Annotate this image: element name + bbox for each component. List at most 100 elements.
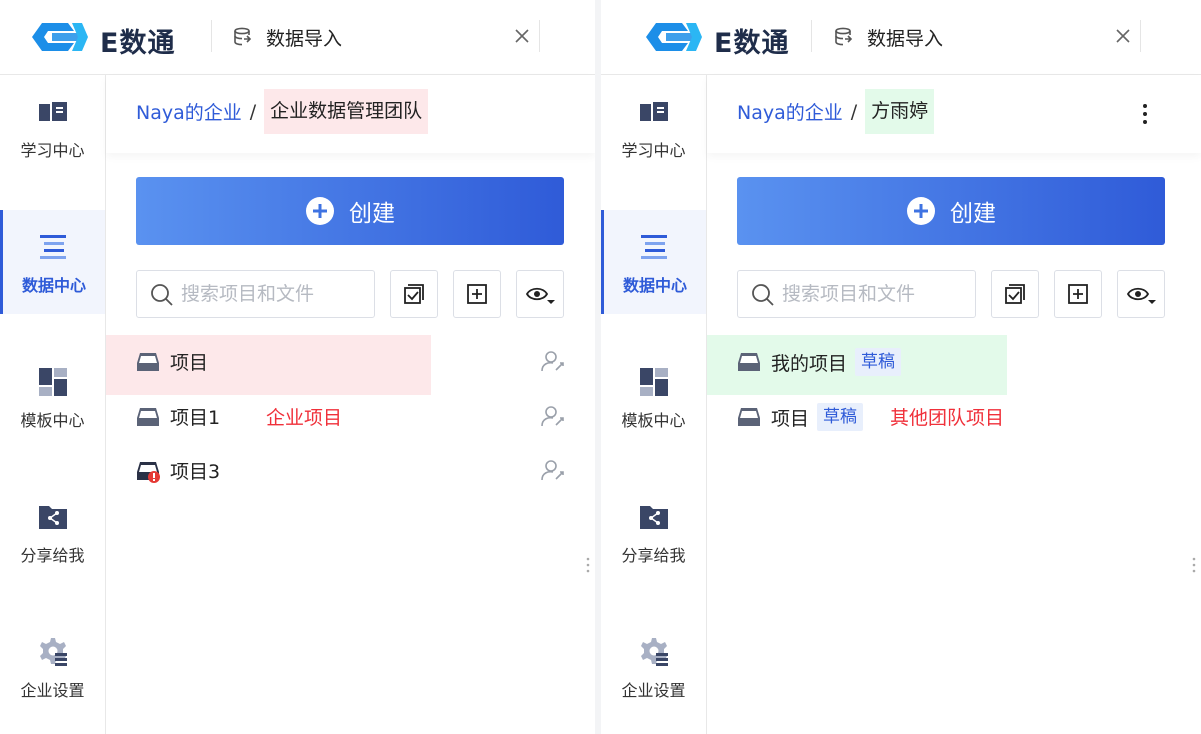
gear-icon [641, 638, 668, 666]
project-box-icon [738, 353, 760, 371]
create-button[interactable]: 创建 [737, 177, 1165, 245]
checkbox-multi-icon [1005, 284, 1025, 304]
tab-label: 数据导入 [266, 27, 343, 50]
sidebar-item-label: 数据中心 [21, 276, 86, 295]
project-row[interactable]: 项目3 [106, 444, 595, 498]
breadcrumb-root-link[interactable]: Naya的企业 [136, 98, 242, 125]
tab-close-button[interactable] [1112, 25, 1134, 47]
gear-icon [40, 638, 67, 666]
project-row[interactable]: 我的项目 草稿 [707, 335, 1201, 395]
sidebar-item-shared[interactable]: 分享给我 [601, 480, 706, 584]
topbar-divider [211, 20, 212, 52]
create-button-label: 创建 [349, 201, 395, 227]
sidebar-item-label: 学习中心 [621, 141, 686, 160]
tab-close-button[interactable] [511, 25, 533, 47]
sidebar-item-settings[interactable]: 企业设置 [601, 615, 706, 719]
batch-select-button[interactable] [390, 270, 438, 318]
sidebar-item-data-center[interactable]: 数据中心 [0, 210, 105, 314]
project-box-error-icon [137, 462, 160, 483]
book-icon [39, 102, 67, 121]
sidebar-item-shared[interactable]: 分享给我 [0, 480, 105, 584]
resize-handle-icon[interactable] [1191, 555, 1197, 575]
view-toggle-button[interactable] [516, 270, 564, 318]
sidebar-item-settings[interactable]: 企业设置 [0, 615, 105, 719]
member-settings-icon[interactable] [541, 349, 565, 373]
member-settings-icon[interactable] [541, 404, 565, 428]
sidebar-item-learning[interactable]: 学习中心 [0, 75, 105, 179]
create-button-label: 创建 [950, 201, 996, 227]
sidebar-item-templates[interactable]: 模板中心 [601, 345, 706, 449]
project-box-icon [137, 408, 159, 426]
left-panel: E数通 数据导入 学习中心 数据中心 模板中心 分享给我 企业设置 Naya的企… [0, 0, 595, 734]
right-panel: E数通 数据导入 学习中心 数据中心 模板中心 分享给我 企业设置 Naya的企… [601, 0, 1201, 734]
sidebar-item-label: 学习中心 [20, 141, 85, 160]
sidebar-item-templates[interactable]: 模板中心 [0, 345, 105, 449]
add-button[interactable] [1054, 270, 1102, 318]
create-button[interactable]: 创建 [136, 177, 564, 245]
logo-mark-icon [646, 23, 702, 51]
more-vertical-icon[interactable] [1135, 101, 1155, 127]
project-name: 项目 [170, 348, 208, 375]
search-icon [151, 284, 173, 306]
import-icon [234, 27, 252, 46]
breadcrumb-bar: Naya的企业 / 方雨婷 [707, 75, 1201, 153]
breadcrumb-root-link[interactable]: Naya的企业 [737, 98, 843, 125]
eye-dropdown-icon [525, 287, 555, 304]
shared-folder-icon [39, 506, 67, 529]
resize-handle-icon[interactable] [585, 555, 591, 575]
add-button[interactable] [453, 270, 501, 318]
tab-data-import[interactable]: 数据导入 [232, 22, 342, 52]
logo-mark-icon [32, 23, 88, 51]
project-name-text: 项目 [771, 407, 810, 430]
search-input[interactable] [782, 277, 967, 311]
project-name-text: 项目3 [170, 461, 221, 483]
import-icon [835, 27, 853, 46]
app-logo[interactable]: E数通 [642, 18, 802, 59]
logo-text: E数通 [100, 28, 176, 59]
sidebar-item-learning[interactable]: 学习中心 [601, 75, 706, 179]
project-name: 我的项目 草稿 [771, 348, 902, 376]
main-content: Naya的企业 / 企业数据管理团队 创建 搜索项目和文件 项目 项目1 企业项… [106, 75, 595, 734]
sidebar-item-label: 企业设置 [20, 681, 85, 700]
project-box-icon [137, 353, 159, 371]
topbar-divider [539, 20, 540, 52]
search-box [737, 270, 976, 318]
project-row[interactable]: 项目 [106, 335, 595, 395]
plus-circle-icon [306, 197, 334, 225]
shared-folder-icon [640, 506, 668, 529]
project-row[interactable]: 项目1 [106, 390, 595, 444]
checkbox-multi-icon [404, 284, 424, 304]
draft-badge: 草稿 [817, 403, 864, 431]
top-bar: E数通 数据导入 [601, 0, 1201, 75]
annotation-label: 其他团队项目 [890, 407, 1005, 429]
project-name: 项目3 [170, 457, 220, 484]
main-content: Naya的企业 / 方雨婷 创建 搜索项目和文件 我的项目 草稿 项目 草稿 其… [707, 75, 1201, 734]
sidebar-item-label: 分享给我 [621, 546, 686, 565]
search-input[interactable] [181, 277, 366, 311]
project-name: 项目1 [170, 403, 220, 430]
project-name-text: 项目1 [170, 407, 221, 429]
sidebar: 学习中心 数据中心 模板中心 分享给我 企业设置 [601, 75, 707, 734]
tab-label: 数据导入 [867, 27, 944, 50]
breadcrumb-bar: Naya的企业 / 企业数据管理团队 [106, 75, 595, 153]
breadcrumb-separator: / [249, 100, 257, 123]
member-settings-icon[interactable] [541, 458, 565, 482]
template-grid-icon [39, 368, 67, 396]
eye-dropdown-icon [1126, 287, 1156, 304]
project-box-icon [738, 408, 760, 426]
plus-square-icon [1068, 284, 1088, 304]
tab-data-import[interactable]: 数据导入 [833, 22, 943, 52]
view-toggle-button[interactable] [1117, 270, 1165, 318]
sidebar-item-label: 企业设置 [621, 681, 686, 700]
app-logo[interactable]: E数通 [28, 18, 188, 59]
batch-select-button[interactable] [991, 270, 1039, 318]
sidebar-item-data-center[interactable]: 数据中心 [601, 210, 706, 314]
breadcrumb: Naya的企业 / 企业数据管理团队 [136, 89, 429, 134]
data-list-icon [641, 235, 667, 259]
sidebar-item-label: 分享给我 [20, 546, 85, 565]
breadcrumb-current: 方雨婷 [865, 89, 935, 134]
breadcrumb-separator: / [850, 100, 858, 123]
breadcrumb-current: 企业数据管理团队 [264, 89, 429, 134]
sidebar-item-label: 数据中心 [622, 276, 687, 295]
topbar-divider [811, 20, 812, 52]
